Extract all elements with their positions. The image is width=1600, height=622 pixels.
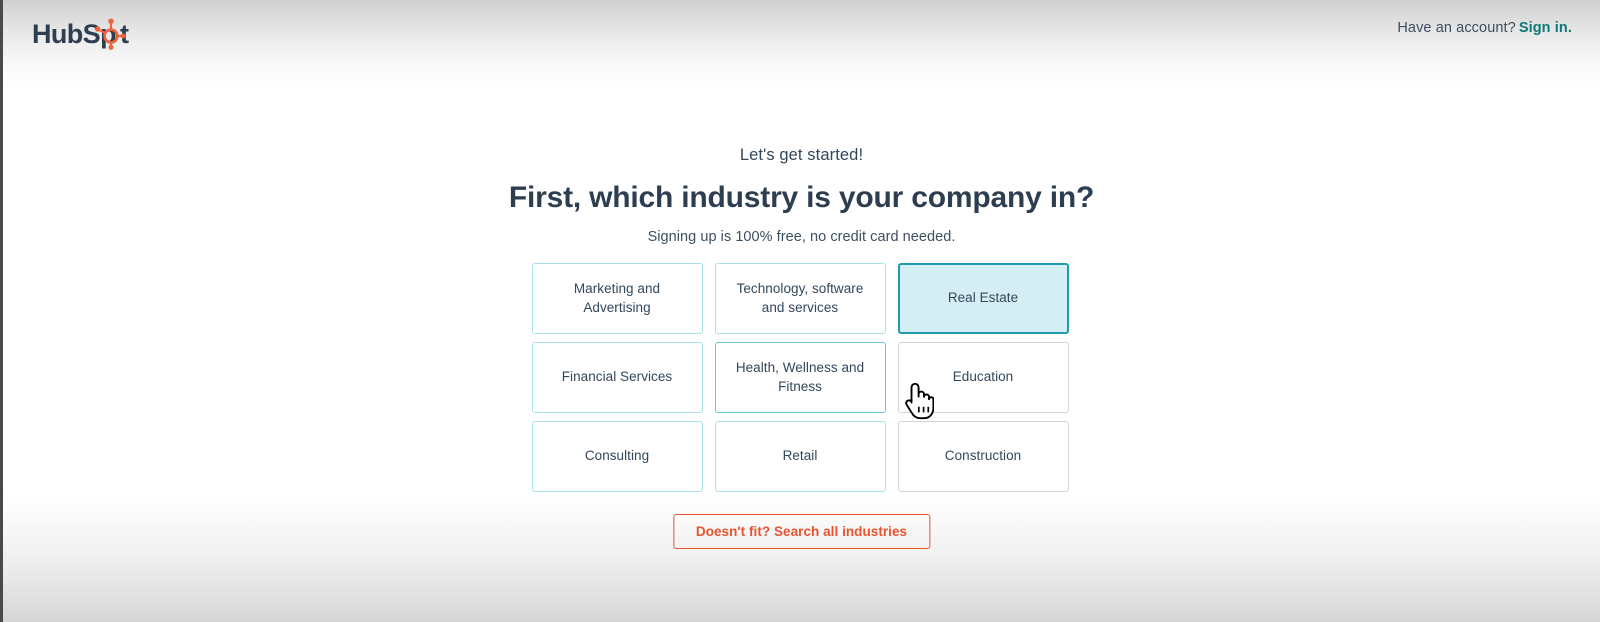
industry-card[interactable]: Education <box>897 342 1069 413</box>
hubspot-logo-mark: HubSp t <box>32 18 130 50</box>
industry-card[interactable]: Real Estate <box>897 263 1069 334</box>
industry-card[interactable]: Consulting <box>531 421 703 492</box>
hubspot-logo[interactable]: HubSp t <box>32 18 145 50</box>
account-prompt: Have an account? Sign in. <box>1397 20 1572 36</box>
industry-card[interactable]: Technology, software and services <box>714 263 886 334</box>
industry-card[interactable]: Financial Services <box>531 342 703 413</box>
industry-card[interactable]: Health, Wellness and Fitness <box>714 342 886 413</box>
svg-text:HubSp: HubSp <box>32 19 116 49</box>
sign-in-link[interactable]: Sign in. <box>1519 20 1572 36</box>
subtitle-text: Signing up is 100% free, no credit card … <box>647 229 956 245</box>
industry-card[interactable]: Retail <box>714 421 886 492</box>
industry-grid: Marketing and Advertising Technology, so… <box>531 263 1072 492</box>
search-all-industries-button[interactable]: Doesn't fit? Search all industries <box>672 514 931 549</box>
main-content: Let's get started! First, which industry… <box>3 0 1600 622</box>
industry-card[interactable]: Marketing and Advertising <box>531 263 703 334</box>
account-prompt-text: Have an account? <box>1397 20 1516 36</box>
industry-card[interactable]: Construction <box>897 421 1069 492</box>
signup-page: HubSp t Have an account?Sign in. <box>0 0 1600 622</box>
eyebrow-text: Let's get started! <box>739 146 864 164</box>
page-title: First, which industry is your company in… <box>508 181 1095 214</box>
page-header: HubSp t Have an account?Sign in. <box>3 0 1600 74</box>
